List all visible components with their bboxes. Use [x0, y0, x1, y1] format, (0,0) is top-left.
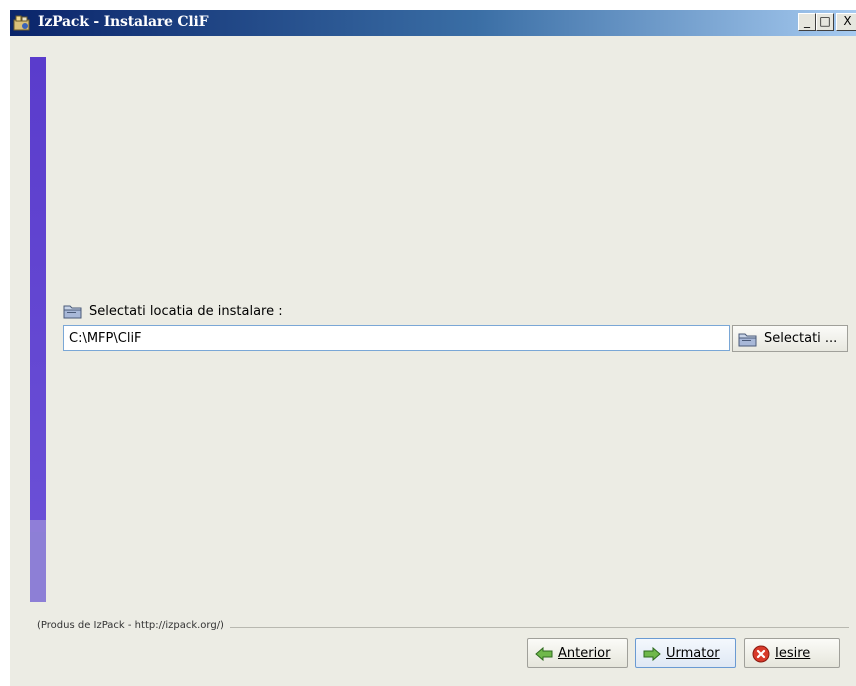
previous-button-label: Anterior — [558, 646, 611, 661]
next-button-label: Urmator — [666, 646, 720, 661]
previous-button[interactable]: Anterior — [527, 638, 628, 668]
browse-button[interactable]: Selectati ... — [732, 325, 848, 352]
green-arrow-right-icon — [643, 646, 661, 662]
green-arrow-left-icon — [535, 646, 553, 662]
install-path-input[interactable] — [63, 325, 730, 351]
install-location-label: Selectati locatia de instalare : — [89, 304, 283, 319]
title-bar[interactable]: IzPack - Instalare CliF _ □ X — [10, 10, 856, 36]
progress-sidebar-remaining — [30, 532, 46, 602]
close-button[interactable]: X — [836, 13, 856, 31]
maximize-button[interactable]: □ — [816, 13, 834, 31]
folder-icon — [63, 305, 82, 319]
exit-button[interactable]: Iesire — [744, 638, 840, 668]
installer-window: IzPack - Instalare CliF _ □ X Selectati … — [10, 10, 856, 686]
next-button[interactable]: Urmator — [635, 638, 736, 668]
red-x-icon — [752, 645, 770, 663]
window-title: IzPack - Instalare CliF — [38, 14, 209, 30]
folder-icon — [738, 333, 757, 347]
izpack-app-icon — [13, 15, 30, 31]
minimize-button[interactable]: _ — [798, 13, 816, 31]
progress-sidebar — [30, 57, 46, 602]
footer-credit: (Produs de IzPack - http://izpack.org/) — [37, 620, 230, 631]
exit-button-label: Iesire — [775, 646, 811, 661]
browse-button-label: Selectati ... — [764, 331, 838, 346]
